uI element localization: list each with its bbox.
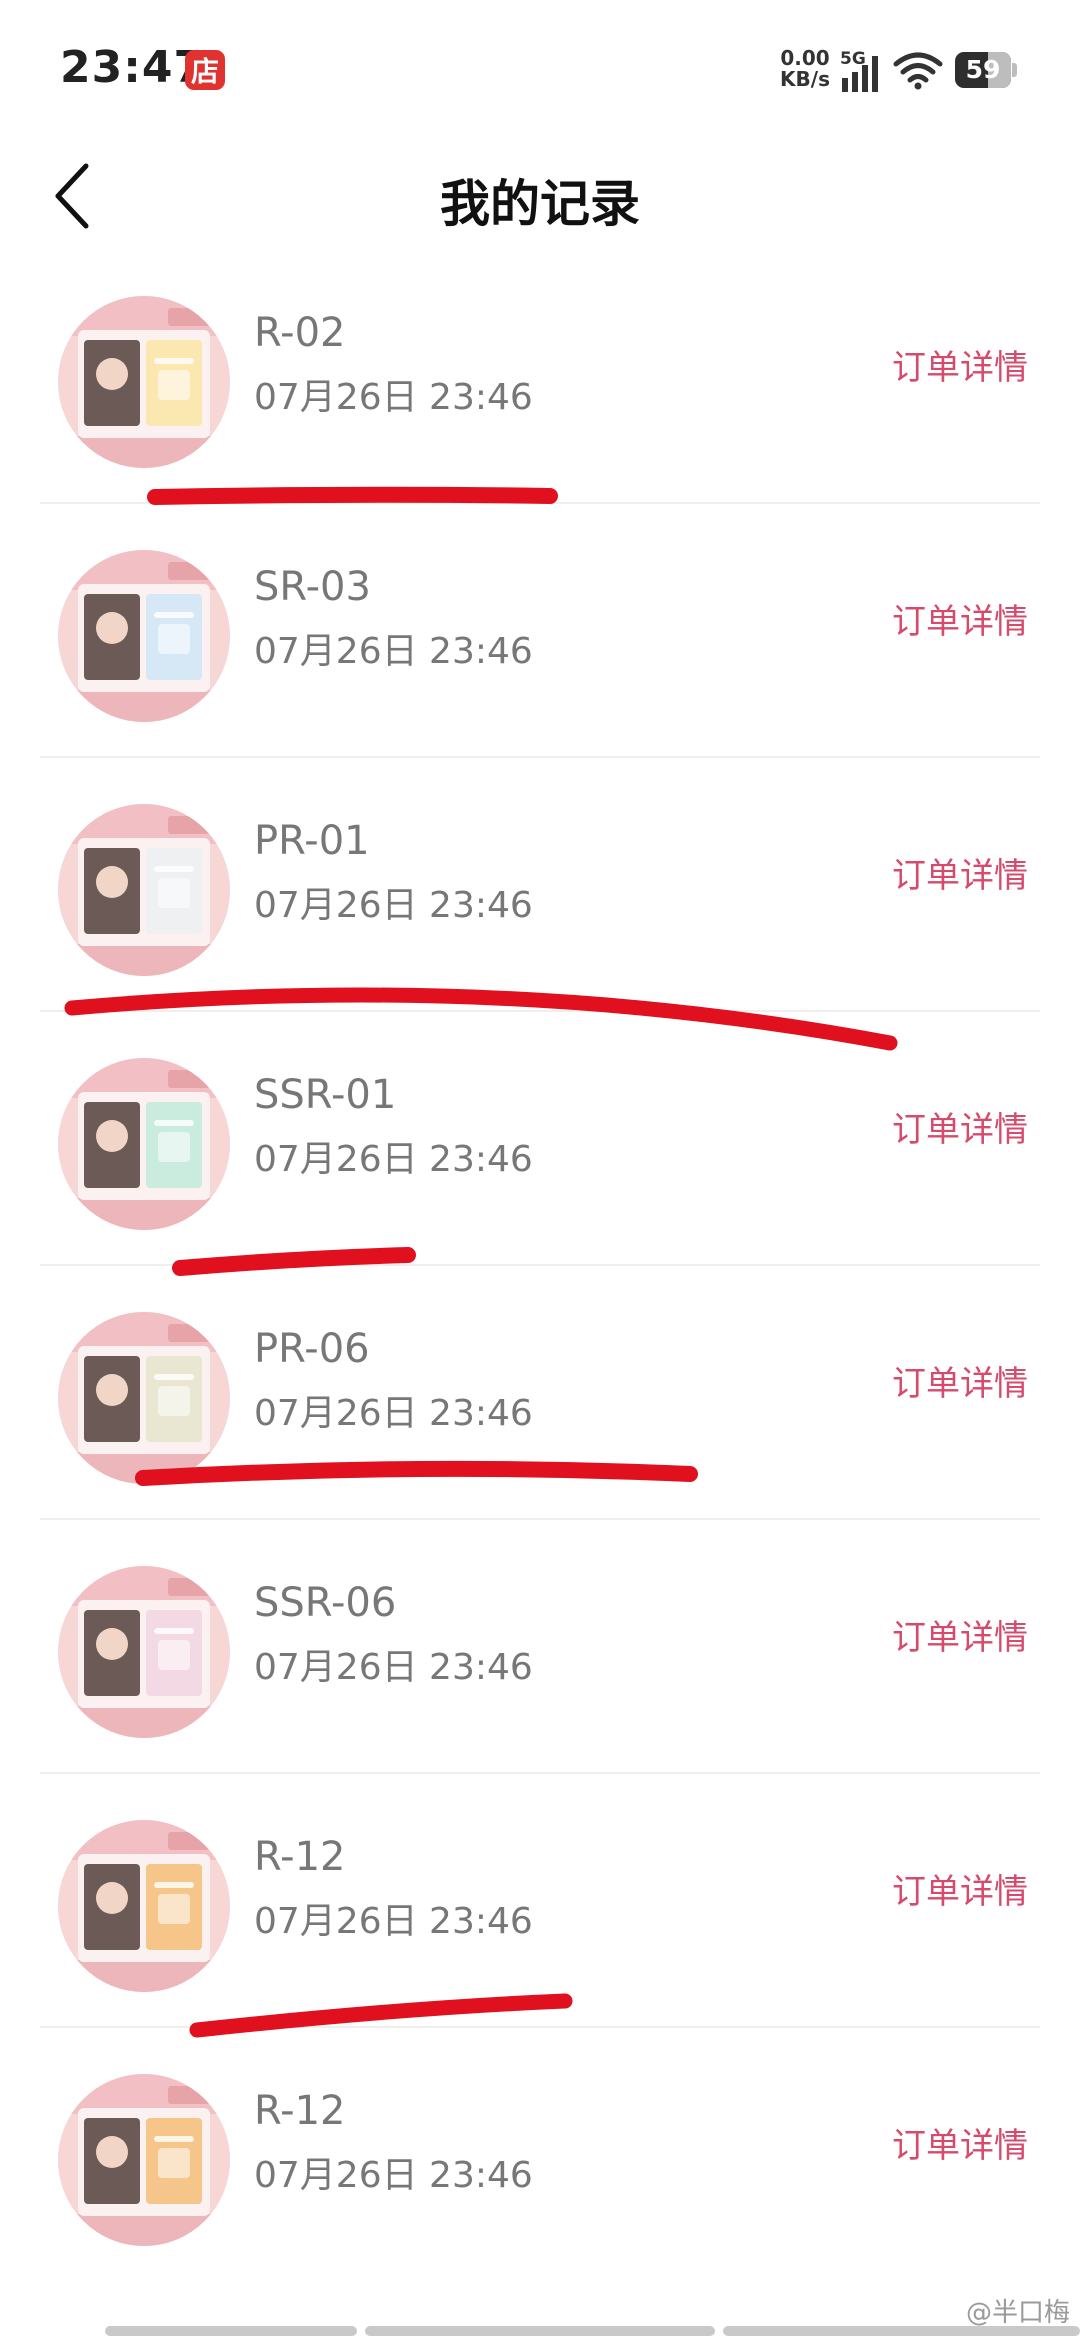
order-detail-link[interactable]: 订单详情 <box>892 1356 1028 1405</box>
record-time: 07月26日 23:46 <box>254 1901 533 1942</box>
network-speed-value: 0.00 <box>780 46 830 70</box>
network-speed-unit: KB/s <box>780 67 830 91</box>
network-type-label: 5G <box>840 49 866 69</box>
card-thumbnail <box>58 1820 230 1992</box>
record-time: 07月26日 23:46 <box>254 1647 533 1688</box>
card-thumbnail <box>58 296 230 468</box>
record-time: 07月26日 23:46 <box>254 377 533 418</box>
cellular-signal-icon: 5G <box>840 48 890 94</box>
card-code: SR-03 <box>254 564 371 610</box>
card-code: PR-06 <box>254 1326 370 1372</box>
record-time: 07月26日 23:46 <box>254 1139 533 1180</box>
record-row[interactable]: SR-03 07月26日 23:46 订单详情 <box>40 504 1040 758</box>
card-thumbnail <box>58 550 230 722</box>
card-thumbnail <box>58 1312 230 1484</box>
order-detail-link[interactable]: 订单详情 <box>892 1102 1028 1151</box>
card-thumbnail <box>58 1058 230 1230</box>
card-thumbnail <box>58 2074 230 2246</box>
card-code: R-12 <box>254 1834 346 1880</box>
record-row[interactable]: PR-06 07月26日 23:46 订单详情 <box>40 1266 1040 1520</box>
battery-icon: 59 <box>955 52 1017 88</box>
card-code: R-12 <box>254 2088 346 2134</box>
record-row[interactable]: SSR-01 07月26日 23:46 订单详情 <box>40 1012 1040 1266</box>
status-bar: 23:47 店 0.00 KB/s 5G 59 <box>0 0 1080 140</box>
network-speed: 0.00 KB/s <box>775 48 835 90</box>
record-time: 07月26日 23:46 <box>254 2155 533 2196</box>
order-detail-link[interactable]: 订单详情 <box>892 848 1028 897</box>
wifi-icon <box>893 50 943 90</box>
card-thumbnail <box>58 804 230 976</box>
watermark: @半口梅 <box>965 2298 1070 2328</box>
order-detail-link[interactable]: 订单详情 <box>892 1864 1028 1913</box>
card-code: R-02 <box>254 310 346 356</box>
page-title: 我的记录 <box>440 175 640 233</box>
record-row[interactable]: SSR-06 07月26日 23:46 订单详情 <box>40 1520 1040 1774</box>
store-badge-icon: 店 <box>185 50 225 90</box>
order-detail-link[interactable]: 订单详情 <box>892 340 1028 389</box>
record-row[interactable]: R-12 07月26日 23:46 订单详情 <box>40 2028 1040 2282</box>
status-time: 23:47 <box>60 42 206 93</box>
card-code: SSR-06 <box>254 1580 397 1626</box>
record-time: 07月26日 23:46 <box>254 1393 533 1434</box>
bottom-indicator <box>105 2326 1080 2336</box>
card-thumbnail <box>58 1566 230 1738</box>
record-time: 07月26日 23:46 <box>254 631 533 672</box>
nav-bar: 我的记录 <box>0 140 1080 250</box>
battery-level: 59 <box>965 55 1001 84</box>
order-detail-link[interactable]: 订单详情 <box>892 594 1028 643</box>
order-detail-link[interactable]: 订单详情 <box>892 1610 1028 1659</box>
record-time: 07月26日 23:46 <box>254 885 533 926</box>
record-row[interactable]: R-12 07月26日 23:46 订单详情 <box>40 1774 1040 2028</box>
order-detail-link[interactable]: 订单详情 <box>892 2118 1028 2167</box>
record-row[interactable]: PR-01 07月26日 23:46 订单详情 <box>40 758 1040 1012</box>
card-code: PR-01 <box>254 818 370 864</box>
card-code: SSR-01 <box>254 1072 397 1118</box>
record-row[interactable]: R-02 07月26日 23:46 订单详情 <box>40 250 1040 504</box>
